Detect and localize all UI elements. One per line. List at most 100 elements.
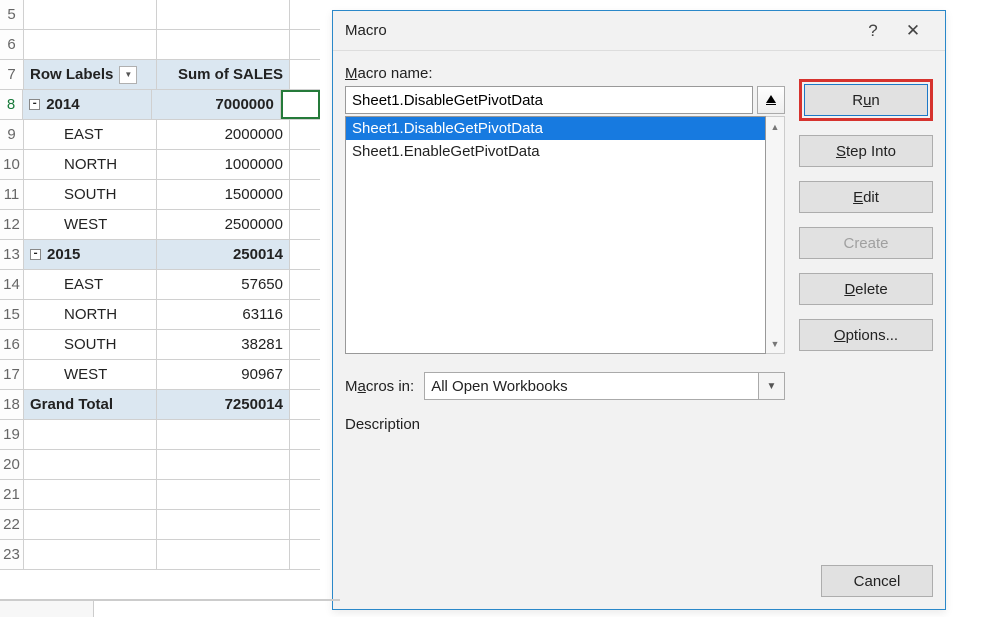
cell[interactable]: 2500000 — [157, 210, 290, 239]
cell[interactable] — [24, 0, 157, 29]
macro-name-input[interactable] — [345, 86, 753, 114]
macro-list-item[interactable]: Sheet1.EnableGetPivotData — [346, 140, 765, 163]
cell[interactable] — [24, 480, 157, 509]
description-label: Description — [345, 416, 785, 433]
cancel-button[interactable]: Cancel — [821, 565, 933, 597]
cell[interactable]: WEST — [24, 360, 157, 389]
cell[interactable]: EAST — [24, 120, 157, 149]
row-header[interactable]: 8 — [0, 90, 23, 119]
row-header[interactable]: 12 — [0, 210, 24, 239]
macro-listbox[interactable]: Sheet1.DisableGetPivotDataSheet1.EnableG… — [345, 116, 766, 354]
row-header[interactable]: 19 — [0, 420, 24, 449]
row-header[interactable]: 22 — [0, 510, 24, 539]
row-header[interactable]: 5 — [0, 0, 24, 29]
close-button[interactable]: ✕ — [893, 21, 933, 41]
row-header[interactable]: 23 — [0, 540, 24, 569]
grid-row: 5 — [0, 0, 320, 30]
help-button[interactable]: ? — [853, 21, 893, 41]
cell[interactable] — [157, 480, 290, 509]
edit-button[interactable]: Edit — [799, 181, 933, 213]
row-header[interactable]: 9 — [0, 120, 24, 149]
cell[interactable] — [157, 0, 290, 29]
cell[interactable]: NORTH — [24, 300, 157, 329]
cell[interactable] — [157, 540, 290, 569]
cell[interactable] — [157, 30, 290, 59]
cell-text: NORTH — [64, 156, 117, 173]
cell-text: SOUTH — [64, 186, 117, 203]
reference-picker-button[interactable] — [757, 86, 785, 114]
cell[interactable]: SOUTH — [24, 180, 157, 209]
cell[interactable]: 7000000 — [152, 90, 281, 119]
run-button-highlight: Run — [799, 79, 933, 121]
grid-row: 10 NORTH 1000000 — [0, 150, 320, 180]
cell[interactable]: SOUTH — [24, 330, 157, 359]
row-header[interactable]: 11 — [0, 180, 24, 209]
cell[interactable]: Sum of SALES — [157, 60, 290, 89]
row-header[interactable]: 17 — [0, 360, 24, 389]
row-header[interactable]: 13 — [0, 240, 24, 269]
grid-row: 8-20147000000 — [0, 90, 320, 120]
row-header[interactable]: 6 — [0, 30, 24, 59]
row-header[interactable]: 10 — [0, 150, 24, 179]
cell[interactable]: 1500000 — [157, 180, 290, 209]
cell[interactable] — [24, 420, 157, 449]
cell[interactable]: 63116 — [157, 300, 290, 329]
cell[interactable] — [24, 510, 157, 539]
row-header[interactable]: 14 — [0, 270, 24, 299]
grid-row: 6 — [0, 30, 320, 60]
delete-button[interactable]: Delete — [799, 273, 933, 305]
run-button[interactable]: Run — [804, 84, 928, 116]
row-header[interactable]: 15 — [0, 300, 24, 329]
cell[interactable]: Row Labels▼ — [24, 60, 157, 89]
cell[interactable]: 2000000 — [157, 120, 290, 149]
macros-in-combo[interactable]: All Open Workbooks ▼ — [424, 372, 785, 400]
row-header[interactable]: 21 — [0, 480, 24, 509]
cell[interactable] — [157, 450, 290, 479]
cell[interactable]: EAST — [24, 270, 157, 299]
cell-text: Grand Total — [30, 396, 113, 413]
grid-row: 17WEST90967 — [0, 360, 320, 390]
macro-name-label: Macro name: — [345, 65, 785, 82]
row-header[interactable]: 18 — [0, 390, 24, 419]
cell[interactable] — [24, 540, 157, 569]
cell[interactable]: 57650 — [157, 270, 290, 299]
filter-dropdown-icon[interactable]: ▼ — [119, 66, 137, 84]
macros-in-label: Macros in: — [345, 378, 414, 395]
row-header[interactable]: 20 — [0, 450, 24, 479]
cell[interactable]: 250014 — [157, 240, 290, 269]
cell[interactable]: -2015 — [24, 240, 157, 269]
macro-dialog: Macro ? ✕ Macro name: Sheet1.DisableGetP… — [332, 10, 946, 610]
cell-text: 2015 — [47, 246, 80, 263]
scroll-up-icon[interactable]: ▲ — [766, 117, 784, 136]
cell[interactable]: Grand Total — [24, 390, 157, 419]
macros-in-value: All Open Workbooks — [424, 372, 759, 400]
macro-list-item[interactable]: Sheet1.DisableGetPivotData — [346, 117, 765, 140]
cell[interactable]: -2014 — [23, 90, 152, 119]
dialog-titlebar[interactable]: Macro ? ✕ — [333, 11, 945, 51]
collapse-icon[interactable]: - — [29, 99, 40, 110]
collapse-icon[interactable]: - — [30, 249, 41, 260]
cell[interactable] — [24, 450, 157, 479]
row-header[interactable]: 7 — [0, 60, 24, 89]
cell[interactable]: 90967 — [157, 360, 290, 389]
combo-chevron-down-icon[interactable]: ▼ — [759, 372, 785, 400]
options-button[interactable]: Options... — [799, 319, 933, 351]
cell[interactable] — [157, 510, 290, 539]
cell[interactable]: WEST — [24, 210, 157, 239]
cell-text: SOUTH — [64, 336, 117, 353]
step-into-button[interactable]: Step Into — [799, 135, 933, 167]
listbox-scrollbar[interactable]: ▲ ▼ — [766, 116, 785, 354]
scroll-down-icon[interactable]: ▼ — [766, 334, 784, 353]
cell[interactable] — [24, 30, 157, 59]
row-header[interactable]: 16 — [0, 330, 24, 359]
selected-cell[interactable] — [281, 90, 320, 119]
sheet-tabs[interactable] — [0, 599, 340, 615]
cell[interactable] — [157, 420, 290, 449]
cell[interactable]: NORTH — [24, 150, 157, 179]
spreadsheet-grid[interactable]: 567Row Labels▼Sum of SALES8-201470000009… — [0, 0, 320, 570]
cell-text: 2014 — [46, 96, 79, 113]
cell[interactable]: 1000000 — [157, 150, 290, 179]
cell[interactable]: 38281 — [157, 330, 290, 359]
grid-row: 15NORTH63116 — [0, 300, 320, 330]
cell[interactable]: 7250014 — [157, 390, 290, 419]
